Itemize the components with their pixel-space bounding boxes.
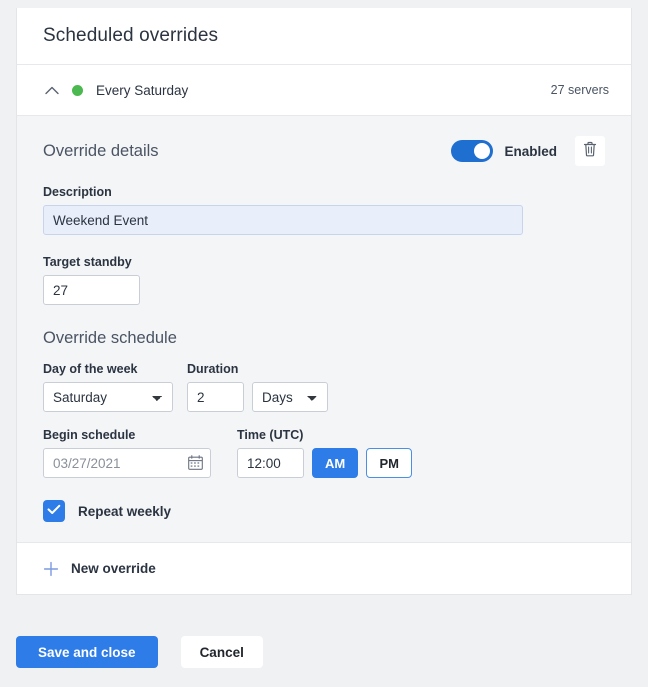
scheduled-overrides-page: Scheduled overrides Every Saturday 27 se… [0,0,648,687]
time-utc-field: Time (UTC) AM PM [237,428,413,478]
target-standby-input[interactable] [43,275,140,305]
duration-label: Duration [187,362,239,376]
plus-icon [43,561,59,577]
pm-button[interactable]: PM [366,448,413,478]
new-override-label: New override [71,561,156,576]
time-utc-label: Time (UTC) [237,428,304,442]
override-details-header: Override details Enabled [43,134,605,168]
duration-input[interactable] [187,382,244,412]
override-server-count: 27 servers [550,83,609,97]
page-title: Scheduled overrides [43,25,219,46]
time-input[interactable] [237,448,304,478]
am-button[interactable]: AM [312,448,359,478]
toggle-knob [474,143,491,159]
footer-actions: Save and close Cancel [0,636,648,668]
delete-override-button[interactable] [575,136,605,166]
chevron-up-icon[interactable] [43,81,61,99]
override-summary-row[interactable]: Every Saturday 27 servers [17,65,631,116]
repeat-weekly-checkbox[interactable] [43,500,65,522]
day-of-week-select[interactable]: Saturday [43,382,173,412]
override-details-title: Override details [43,141,159,160]
time-controls: AM PM [237,448,413,478]
description-input[interactable] [43,205,523,235]
day-of-week-label: Day of the week [43,362,138,376]
scheduled-overrides-card: Scheduled overrides Every Saturday 27 se… [16,8,632,595]
card-header: Scheduled overrides [17,8,631,65]
begin-schedule-label: Begin schedule [43,428,136,442]
duration-unit-select[interactable]: Days [252,382,328,412]
override-name: Every Saturday [96,82,189,98]
enabled-toggle-label: Enabled [504,143,557,159]
trash-icon [583,141,597,162]
override-schedule-title: Override schedule [43,329,177,347]
schedule-row-day-duration: Day of the week Saturday Duration Days [43,362,605,412]
new-override-button[interactable]: New override [17,543,631,594]
begin-schedule-date-input[interactable] [43,448,211,478]
override-details-panel: Override details Enabled Description Wee… [17,116,631,543]
repeat-weekly-row[interactable]: Repeat weekly [43,500,605,522]
begin-schedule-field: Begin schedule [43,428,211,478]
repeat-weekly-label: Repeat weekly [78,503,172,519]
save-and-close-button[interactable]: Save and close [16,636,158,668]
day-of-week-field: Day of the week Saturday [43,362,173,412]
target-standby-label: Target standby [43,255,132,269]
calendar-icon[interactable] [188,455,203,475]
enabled-toggle[interactable] [451,140,494,162]
cancel-button[interactable]: Cancel [180,636,263,668]
duration-field: Duration [187,362,244,412]
check-icon [47,502,61,520]
green-status-dot [72,84,83,96]
schedule-row-begin-time: Begin schedule 03/27/2021 Time (UTC) 12:… [43,428,605,478]
description-label: Description [43,185,112,199]
